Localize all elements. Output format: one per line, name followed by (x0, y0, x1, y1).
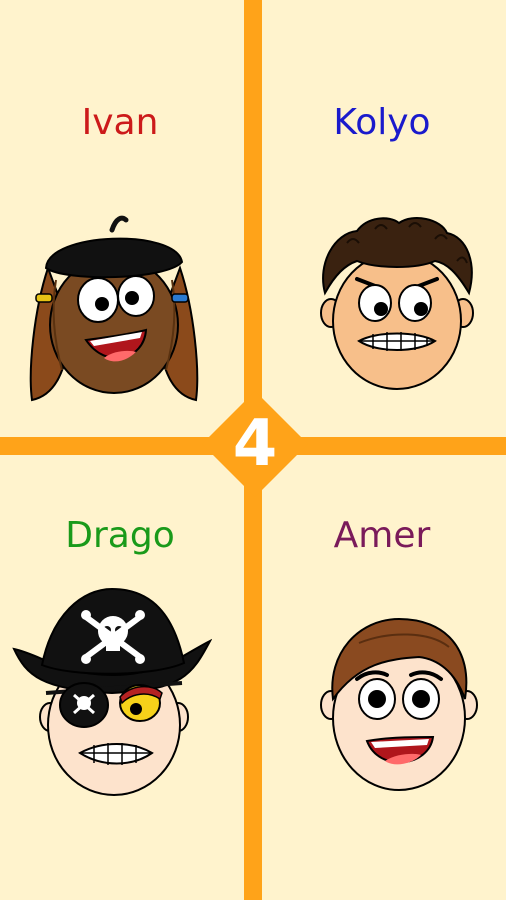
player-name: Amer (333, 515, 431, 556)
player-card-ivan[interactable]: Ivan (0, 0, 244, 437)
round-number: 4 (232, 407, 278, 481)
player-name: Kolyo (333, 102, 431, 143)
brown-hair-boy-avatar[interactable] (319, 613, 479, 798)
player-card-amer[interactable]: Amer (262, 455, 506, 900)
girl-with-beret-avatar[interactable] (26, 210, 202, 410)
curly-hair-boy-avatar[interactable] (317, 213, 477, 393)
player-card-drago[interactable]: Drago (0, 455, 244, 900)
game-board: Ivan Kolyo Drago Amer 4 (0, 0, 506, 900)
player-name: Drago (65, 515, 175, 556)
player-name: Ivan (81, 102, 159, 143)
pirate-avatar[interactable] (12, 585, 212, 805)
player-card-kolyo[interactable]: Kolyo (262, 0, 506, 437)
